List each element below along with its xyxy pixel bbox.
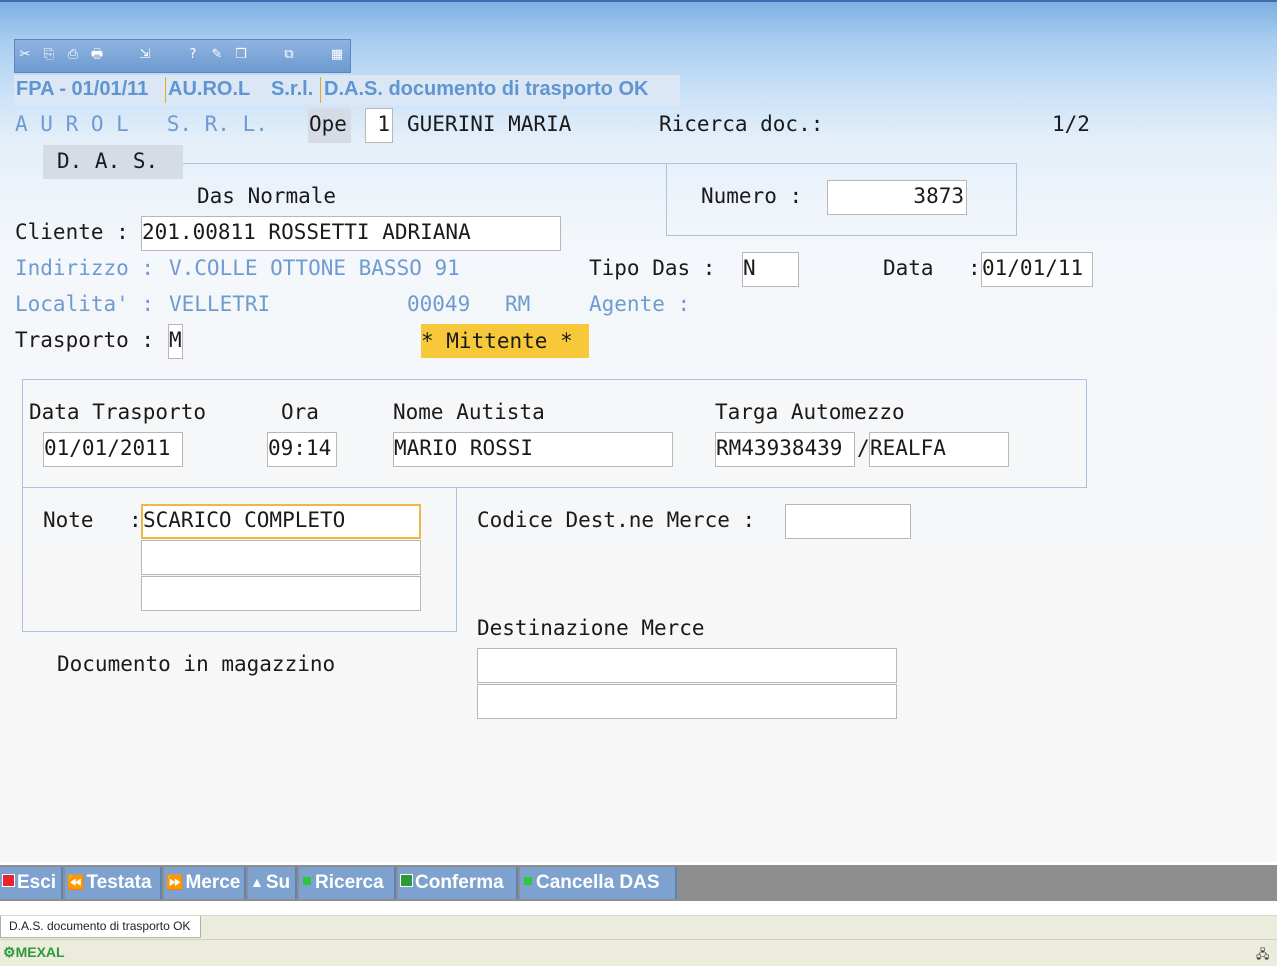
title-document: D.A.S. documento di trasporto OK	[324, 78, 649, 100]
help-icon[interactable]: ?	[185, 47, 201, 63]
app-name-label: MEXAL	[15, 944, 65, 960]
note-label: Note	[43, 508, 94, 532]
scissors-icon[interactable]: ✂	[17, 47, 33, 63]
document-status: Documento in magazzino	[57, 652, 336, 676]
check-icon	[400, 874, 413, 888]
cliente-field[interactable]: 201.00811 ROSSETTI ADRIANA	[141, 216, 561, 251]
rewind-icon: ⏪	[67, 874, 85, 890]
note-line-2-field[interactable]	[141, 540, 421, 575]
app-name: ⚙MEXAL	[3, 944, 65, 961]
dest-code-field[interactable]	[785, 504, 911, 539]
transport-date-label: Data Trasporto	[29, 400, 207, 424]
mexal-logo-icon: ⚙	[3, 944, 16, 960]
driver-name-label: Nome Autista	[393, 400, 545, 424]
package-icon[interactable]: ❒	[233, 47, 249, 63]
title-company-name: AU.RO.L	[168, 78, 251, 100]
transport-time-label: Ora	[281, 400, 319, 424]
operator-label: Ope	[309, 112, 347, 136]
page-indicator: 1/2	[1052, 112, 1090, 136]
network-icon[interactable]: 🖧	[1256, 945, 1272, 961]
title-company-date: FPA - 01/01/11	[16, 78, 149, 100]
testata-label: Testata	[86, 872, 152, 894]
esci-button[interactable]: Esci	[0, 867, 63, 899]
book-icon[interactable]: ✎	[209, 47, 225, 63]
localita-prov: RM	[505, 292, 531, 316]
destinazione-line-1-field[interactable]	[477, 648, 897, 683]
print-icon[interactable]: 🖶	[89, 47, 105, 63]
tab-das[interactable]: D. A. S.	[43, 145, 183, 179]
numero-field[interactable]: 3873	[827, 180, 967, 215]
mittente-badge: * Mittente *	[421, 324, 589, 358]
ricerca-label: Ricerca	[315, 872, 384, 893]
merce-button[interactable]: ⏩ Merce	[164, 867, 246, 899]
note-line-3-field[interactable]	[141, 576, 421, 611]
tipo-das-label: Tipo Das :	[589, 256, 716, 280]
transport-date-field[interactable]: 01/01/2011	[43, 432, 183, 467]
localita-label: Localita' :	[15, 292, 155, 316]
title-separator	[320, 77, 321, 103]
ricerca-button[interactable]: Ricerca	[299, 867, 396, 899]
trasporto-field[interactable]: M	[168, 324, 183, 359]
data-field[interactable]: 01/01/11	[981, 252, 1093, 287]
tipo-das-field[interactable]: N	[742, 252, 799, 287]
title-bar: FPA - 01/01/11 AU.RO.L S.r.l. D.A.S. doc…	[14, 75, 680, 105]
plate-separator: /	[857, 436, 870, 460]
app-status-bar: ⚙MEXAL 🖧	[0, 939, 1277, 966]
cliente-label: Cliente :	[15, 220, 129, 244]
copy-icon[interactable]: ⎘	[41, 47, 57, 63]
testata-button[interactable]: ⏪ Testata	[65, 867, 162, 899]
cancella-das-button[interactable]: Cancella DAS	[520, 867, 677, 899]
data-colon: :	[968, 256, 981, 280]
su-label: Su	[265, 872, 291, 894]
operator-field[interactable]: 1	[365, 108, 393, 143]
transport-time-field[interactable]: 09:14	[267, 432, 337, 467]
window-icon[interactable]: ⧉	[281, 47, 297, 63]
window-top-border	[0, 0, 1277, 2]
das-type: Das Normale	[197, 184, 337, 208]
trasporto-label: Trasporto :	[15, 328, 155, 352]
vehicle-plate2-field[interactable]: REALFA	[869, 432, 1009, 467]
note-colon: :	[129, 508, 142, 532]
note-line-1-field[interactable]: SCARICO COMPLETO	[141, 504, 421, 539]
merce-label: Merce	[185, 872, 241, 894]
destinazione-line-2-field[interactable]	[477, 684, 897, 719]
localita-city: VELLETRI	[169, 292, 271, 316]
up-arrow-icon: ▲	[250, 874, 264, 890]
driver-name-field[interactable]: MARIO ROSSI	[393, 432, 673, 467]
indirizzo-label: Indirizzo :	[15, 256, 155, 280]
tab-das-label: D. A. S.	[57, 149, 159, 173]
export-icon[interactable]: ⇲	[137, 47, 153, 63]
window-tab-active[interactable]: D.A.S. documento di trasporto OK	[0, 916, 201, 938]
close-icon	[2, 874, 15, 888]
cancella-das-label: Cancella DAS	[536, 872, 660, 893]
agente-label: Agente :	[589, 292, 691, 316]
numero-label: Numero :	[701, 184, 803, 208]
paste-icon[interactable]: ⎙	[65, 47, 81, 63]
search-doc-label: Ricerca doc.:	[659, 112, 824, 136]
title-separator	[165, 77, 166, 103]
function-key-bar: Esci ⏪ Testata ⏩ Merce ▲ Su Ricerca Conferm…	[0, 865, 1277, 901]
conferma-button[interactable]: Conferma	[398, 867, 518, 899]
window-tab-bar: D.A.S. documento di trasporto OK	[0, 915, 1277, 940]
vehicle-plate-label: Targa Automezzo	[715, 400, 905, 424]
das-panel-top-border	[183, 163, 667, 164]
localita-cap: 00049	[407, 292, 471, 316]
window-tab-label: D.A.S. documento di trasporto OK	[9, 919, 191, 933]
green-dot-icon	[524, 876, 532, 885]
conferma-label: Conferma	[415, 872, 504, 893]
calculator-icon[interactable]: ▦	[329, 47, 345, 63]
title-company-suffix: S.r.l.	[271, 78, 314, 100]
user-name: GUERINI MARIA	[407, 112, 572, 136]
indirizzo-value: V.COLLE OTTONE BASSO 91	[169, 256, 460, 280]
company-header: A U R O L S. R. L.	[15, 112, 268, 136]
destinazione-label: Destinazione Merce	[477, 616, 705, 640]
green-dot-icon	[303, 876, 311, 885]
esci-label: Esci	[17, 872, 57, 893]
dest-code-label: Codice Dest.ne Merce :	[477, 508, 756, 532]
data-label: Data	[883, 256, 934, 280]
su-button[interactable]: ▲ Su	[248, 867, 297, 899]
forward-icon: ⏩	[166, 874, 184, 890]
toolbar: ✂ ⎘ ⎙ 🖶 ⇲ ? ✎ ❒ ⧉ ▦	[14, 39, 351, 73]
vehicle-plate-field[interactable]: RM43938439	[715, 432, 855, 467]
